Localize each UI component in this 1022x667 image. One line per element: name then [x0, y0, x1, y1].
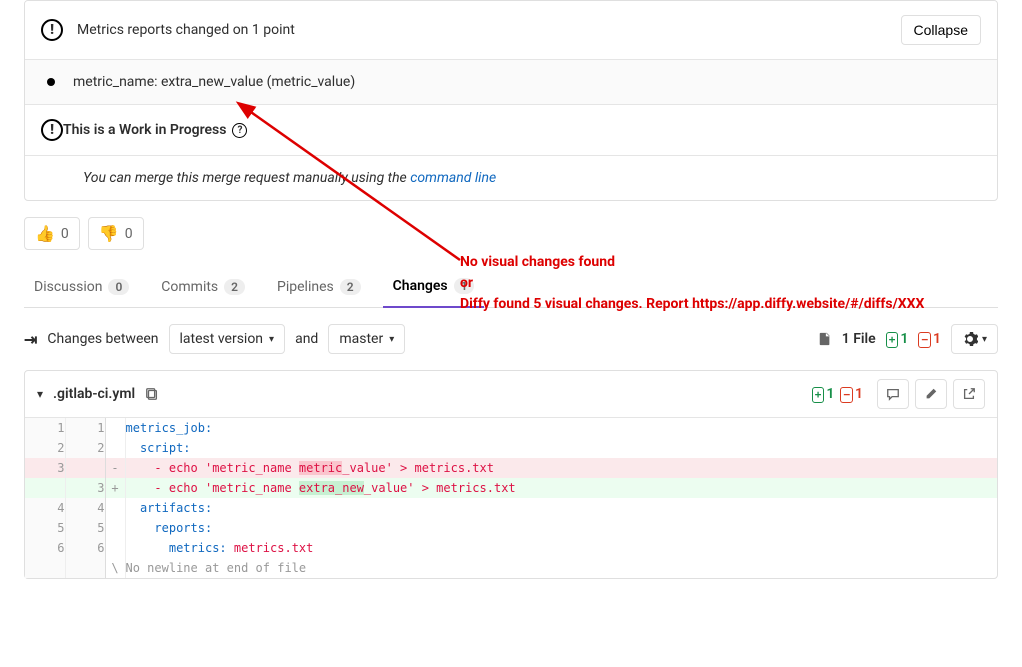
changes-between-label: Changes between	[47, 331, 158, 347]
metrics-report-header: ! Metrics reports changed on 1 point Col…	[25, 1, 997, 59]
version-from-dropdown[interactable]: latest version ▾	[169, 324, 286, 354]
additions-icon: +	[886, 332, 899, 348]
tab-badge: 1	[454, 278, 475, 294]
chevron-down-icon[interactable]: ▾	[37, 387, 43, 401]
file-icon	[818, 332, 832, 346]
info-icon: !	[41, 119, 63, 141]
collapse-button[interactable]: Collapse	[901, 15, 981, 45]
additions-count: 1	[900, 331, 908, 347]
chevron-down-icon: ▾	[269, 334, 274, 345]
thumbs-down-count: 0	[125, 226, 133, 242]
wip-title: This is a Work in Progress	[63, 122, 226, 138]
file-count: 1 File	[842, 331, 876, 347]
thumbs-up-count: 0	[61, 226, 69, 242]
help-icon[interactable]: ?	[232, 123, 247, 138]
deletions-icon: −	[840, 387, 853, 403]
chevron-down-icon: ▾	[389, 334, 394, 345]
deletions-count: 1	[933, 331, 941, 347]
dropdown-label: master	[339, 331, 383, 347]
tab-label: Changes	[393, 278, 448, 294]
and-label: and	[295, 331, 318, 347]
diff-toolbar: ⇥ Changes between latest version ▾ and m…	[24, 324, 998, 354]
wip-header: ! This is a Work in Progress ?	[25, 104, 997, 155]
edit-button[interactable]	[915, 379, 947, 409]
additions-icon: +	[812, 387, 825, 403]
deletions-icon: −	[918, 332, 931, 348]
diff-row: 3- - echo 'metric_name metric_value' > m…	[25, 458, 997, 478]
metrics-detail-text: metric_name: extra_new_value (metric_val…	[73, 74, 355, 90]
metrics-report-title: Metrics reports changed on 1 point	[77, 22, 901, 38]
tab-badge: 2	[224, 279, 245, 295]
external-link-button[interactable]	[953, 379, 985, 409]
tab-commits[interactable]: Commits 2	[151, 266, 255, 307]
diff-row: 22 script:	[25, 438, 997, 458]
bullet-icon	[47, 78, 55, 86]
tab-label: Commits	[161, 279, 218, 295]
pencil-icon	[924, 387, 938, 401]
file-diff-panel: ▾ .gitlab-ci.yml +1 −1 11metrics_job:22 …	[24, 370, 998, 579]
tab-pipelines[interactable]: Pipelines 2	[267, 266, 371, 307]
tab-label: Pipelines	[277, 279, 334, 295]
diff-row: 55 reports:	[25, 518, 997, 538]
file-additions: 1	[826, 386, 834, 402]
tab-changes[interactable]: Changes 1	[383, 266, 485, 308]
comment-icon	[886, 387, 900, 401]
copy-icon[interactable]	[145, 387, 159, 401]
metrics-report-detail: metric_name: extra_new_value (metric_val…	[25, 59, 997, 104]
tab-discussion[interactable]: Discussion 0	[24, 266, 139, 307]
thumbs-up-icon: 👍	[35, 224, 55, 243]
thumbs-down-icon: 👎	[99, 224, 119, 243]
metrics-report-panel: ! Metrics reports changed on 1 point Col…	[24, 0, 998, 201]
settings-dropdown[interactable]: ▾	[951, 324, 998, 354]
version-to-dropdown[interactable]: master ▾	[328, 324, 405, 354]
thumbs-down-button[interactable]: 👎 0	[88, 217, 144, 250]
file-deletions: 1	[855, 386, 863, 402]
tab-badge: 2	[340, 279, 361, 295]
file-tree-toggle-icon[interactable]: ⇥	[24, 330, 37, 349]
thumbs-up-button[interactable]: 👍 0	[24, 217, 80, 250]
diff-row: 66 metrics: metrics.txt	[25, 538, 997, 558]
tab-label: Discussion	[34, 279, 102, 295]
reactions-bar: 👍 0 👎 0	[24, 217, 998, 250]
wip-merge-text: You can merge this merge request manuall…	[83, 170, 410, 186]
file-name[interactable]: .gitlab-ci.yml	[53, 386, 135, 402]
chevron-down-icon: ▾	[982, 334, 987, 345]
gear-icon	[962, 331, 978, 347]
diff-row: 11metrics_job:	[25, 418, 997, 438]
file-header: ▾ .gitlab-ci.yml +1 −1	[25, 371, 997, 418]
dropdown-label: latest version	[180, 331, 264, 347]
diff-table: 11metrics_job:22 script:3- - echo 'metri…	[25, 418, 997, 578]
tab-badge: 0	[108, 279, 129, 295]
diff-row: 3+ - echo 'metric_name extra_new_value' …	[25, 478, 997, 498]
comment-button[interactable]	[877, 379, 909, 409]
wip-body: You can merge this merge request manuall…	[25, 155, 997, 200]
mr-tabs: Discussion 0 Commits 2 Pipelines 2 Chang…	[24, 266, 998, 308]
command-line-link[interactable]: command line	[410, 170, 496, 186]
diff-footer: \No newline at end of file	[25, 558, 997, 578]
info-icon: !	[41, 19, 63, 41]
diff-row: 44 artifacts:	[25, 498, 997, 518]
external-link-icon	[962, 387, 976, 401]
